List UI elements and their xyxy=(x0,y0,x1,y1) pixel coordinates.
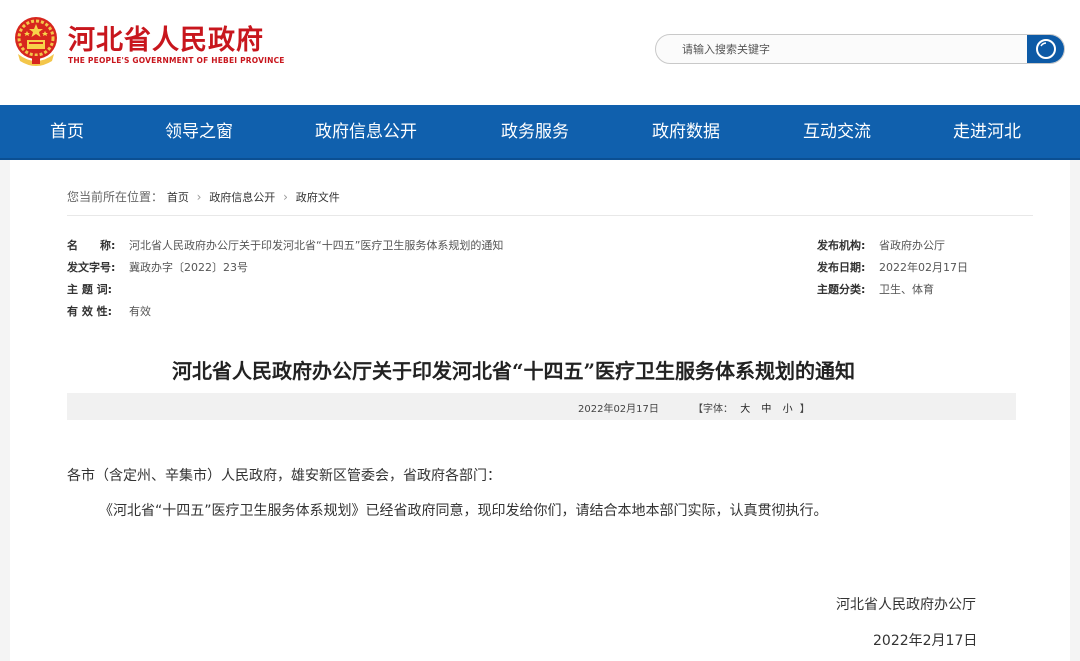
search-input[interactable] xyxy=(682,35,1022,63)
meta-validity-value: 有效 xyxy=(129,305,151,318)
search-button[interactable] xyxy=(1027,35,1064,63)
document-paragraph: 《河北省“十四五”医疗卫生服务体系规划》已经省政府同意，现印发给你们，请结合本地… xyxy=(99,503,828,519)
meta-name-key: 名 称: xyxy=(67,239,116,252)
document-title: 河北省人民政府办公厅关于印发河北省“十四五”医疗卫生服务体系规划的通知 xyxy=(171,359,855,383)
meta-date-key: 发布日期: xyxy=(817,261,866,274)
meta-issuer-value: 省政府办公厅 xyxy=(879,239,945,252)
meta-validity-key: 有 效 性: xyxy=(67,305,113,318)
meta-issuer-key: 发布机构: xyxy=(817,239,866,252)
national-emblem-icon xyxy=(15,17,57,66)
breadcrumb-item-home[interactable]: 首页 xyxy=(167,191,189,204)
site-title[interactable]: 河北省人民政府 xyxy=(68,18,264,57)
font-size-large-button[interactable]: 大 xyxy=(740,404,750,415)
breadcrumb-label: 您当前所在位置： xyxy=(67,190,164,204)
nav-item-home[interactable]: 首页 xyxy=(50,105,84,160)
nav-item-interaction[interactable]: 互动交流 xyxy=(803,105,871,160)
nav-item-gov-data[interactable]: 政府数据 xyxy=(652,105,720,160)
content-panel: 您当前所在位置： 首页 › 政府信息公开 › 政府文件 名 称: 河北省人民政府… xyxy=(10,160,1070,661)
nav-item-about-hebei[interactable]: 走进河北 xyxy=(953,105,1021,160)
main-nav: 首页 领导之窗 政府信息公开 政务服务 政府数据 互动交流 走进河北 xyxy=(0,105,1080,160)
document-sign-date: 2022年2月17日 xyxy=(873,633,978,649)
search-icon xyxy=(1035,39,1056,59)
document-date: 2022年02月17日 xyxy=(578,404,659,415)
meta-subject-key: 主 题 词: xyxy=(67,283,113,296)
font-size-close: 】 xyxy=(799,404,810,415)
chevron-right-icon: › xyxy=(283,190,288,204)
nav-item-leaders[interactable]: 领导之窗 xyxy=(165,105,233,160)
meta-doc-no-key: 发文字号: xyxy=(67,261,116,274)
document-signature: 河北省人民政府办公厅 xyxy=(836,597,976,613)
search-box xyxy=(655,34,1065,64)
nav-item-services[interactable]: 政务服务 xyxy=(501,105,569,160)
meta-doc-no-value: 冀政办字〔2022〕23号 xyxy=(129,261,248,274)
site-subtitle: THE PEOPLE'S GOVERNMENT OF HEBEI PROVINC… xyxy=(68,56,285,65)
meta-category-value: 卫生、体育 xyxy=(879,283,934,296)
breadcrumb-item-gov-info[interactable]: 政府信息公开 xyxy=(209,191,275,204)
font-size-control: 【字体： 大 中 小 】 xyxy=(693,400,810,415)
document-info-bar: 2022年02月17日 【字体： 大 中 小 】 xyxy=(67,393,1016,420)
meta-category-key: 主题分类: xyxy=(817,283,866,296)
font-size-label: 【字体： xyxy=(693,404,733,415)
font-size-medium-button[interactable]: 中 xyxy=(761,404,771,415)
site-header: 河北省人民政府 THE PEOPLE'S GOVERNMENT OF HEBEI… xyxy=(0,0,1080,105)
nav-item-gov-info[interactable]: 政府信息公开 xyxy=(315,105,417,160)
document-salutation: 各市（含定州、辛集市）人民政府，雄安新区管委会，省政府各部门： xyxy=(67,468,501,484)
breadcrumb-item-gov-docs[interactable]: 政府文件 xyxy=(296,191,340,204)
breadcrumb: 您当前所在位置： 首页 › 政府信息公开 › 政府文件 xyxy=(67,188,340,205)
meta-date-value: 2022年02月17日 xyxy=(879,261,968,274)
divider xyxy=(67,215,1033,216)
meta-name-value: 河北省人民政府办公厅关于印发河北省“十四五”医疗卫生服务体系规划的通知 xyxy=(129,239,504,252)
font-size-small-button[interactable]: 小 xyxy=(783,404,793,415)
chevron-right-icon: › xyxy=(196,190,202,204)
